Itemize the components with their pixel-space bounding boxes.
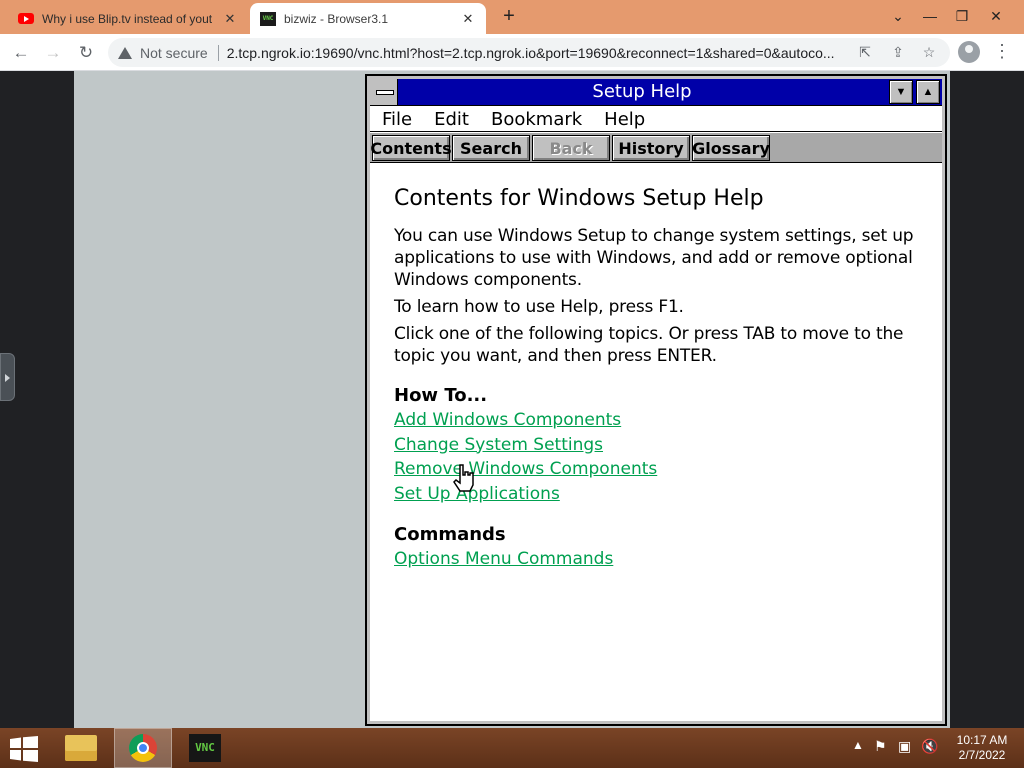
minimize-button[interactable]: — — [914, 0, 946, 34]
maximize-arrow-icon[interactable]: ▲ — [916, 80, 940, 104]
link-options-menu-commands[interactable]: Options Menu Commands — [394, 547, 920, 572]
network-icon[interactable]: ▣ — [898, 738, 911, 755]
tab-vnc[interactable]: VNC bizwiz - Browser3.1 ✕ — [250, 3, 486, 34]
intro-paragraph: You can use Windows Setup to change syst… — [394, 226, 914, 290]
profile-avatar[interactable] — [958, 41, 980, 63]
url-text[interactable]: 2.tcp.ngrok.io:19690/vnc.html?host=2.tcp… — [227, 45, 839, 61]
setup-help-window: Setup Help ▼ ▲ File Edit Bookmark Help C… — [365, 74, 947, 726]
forward-arrow-icon[interactable]: → — [40, 40, 66, 66]
hand-cursor-icon — [453, 464, 474, 492]
clock-time: 10:17 AM — [956, 733, 1008, 747]
share-icon[interactable]: ⇪ — [889, 43, 907, 61]
help-button-bar: Contents Search Back History Glossary — [370, 133, 942, 163]
window-title: Setup Help — [592, 81, 692, 102]
taskbar-vnc[interactable]: VNC — [176, 728, 234, 768]
restore-button[interactable]: ❐ — [946, 0, 978, 34]
windows-taskbar: VNC ▲ ⚑ ▣ 🔇 10:17 AM 2/7/2022 — [0, 728, 1024, 768]
taskbar-clock[interactable]: 10:17 AM 2/7/2022 — [948, 733, 1016, 763]
tab-youtube[interactable]: Why i use Blip.tv instead of yout ✕ — [8, 3, 248, 34]
menu-file[interactable]: File — [382, 109, 412, 130]
vnc-control-bar-handle[interactable] — [0, 353, 15, 401]
howto-heading: How To... — [394, 385, 488, 406]
history-button[interactable]: History — [612, 135, 690, 161]
link-change-system-settings[interactable]: Change System Settings — [394, 433, 920, 458]
menu-bookmark[interactable]: Bookmark — [491, 109, 582, 130]
search-button[interactable]: Search — [452, 135, 530, 161]
minimize-arrow-icon[interactable]: ▼ — [889, 80, 913, 104]
address-bar[interactable]: Not secure 2.tcp.ngrok.io:19690/vnc.html… — [108, 38, 950, 67]
divider — [217, 44, 219, 61]
system-menu-icon[interactable] — [370, 79, 398, 105]
warning-icon[interactable] — [118, 46, 132, 59]
clock-date: 2/7/2022 — [958, 748, 1006, 762]
tab-title: Why i use Blip.tv instead of yout — [42, 11, 213, 26]
folder-icon — [65, 735, 97, 761]
vnc-icon: VNC — [189, 734, 221, 762]
instructions-paragraph: Click one of the following topics. Or pr… — [394, 324, 904, 366]
action-center-flag-icon[interactable]: ⚑ — [874, 738, 887, 755]
contents-button[interactable]: Contents — [370, 135, 452, 161]
close-icon[interactable]: ✕ — [222, 11, 238, 27]
browser-tabstrip: Why i use Blip.tv instead of yout ✕ VNC … — [0, 0, 1024, 34]
glossary-button[interactable]: Glossary — [692, 135, 770, 161]
youtube-icon — [18, 13, 34, 24]
window-title-bar[interactable]: Setup Help ▼ ▲ — [370, 79, 942, 106]
back-arrow-icon[interactable]: ← — [8, 40, 34, 66]
menu-edit[interactable]: Edit — [434, 109, 469, 130]
taskbar-chrome[interactable] — [114, 728, 172, 768]
link-add-windows-components[interactable]: Add Windows Components — [394, 408, 920, 433]
help-content: Contents for Windows Setup Help You can … — [370, 164, 942, 719]
show-hidden-icons-icon[interactable]: ▲ — [852, 738, 864, 752]
security-label[interactable]: Not secure — [140, 45, 208, 61]
volume-muted-icon[interactable]: 🔇 — [921, 738, 938, 755]
taskbar-file-explorer[interactable] — [52, 728, 110, 768]
windows-start-icon[interactable] — [10, 736, 38, 762]
close-icon[interactable]: ✕ — [460, 11, 476, 27]
menu-dots-icon[interactable]: ⋮ — [992, 41, 1012, 63]
tab-title: bizwiz - Browser3.1 — [284, 11, 389, 26]
back-button[interactable]: Back — [532, 135, 610, 161]
page-title: Contents for Windows Setup Help — [394, 186, 764, 211]
close-window-button[interactable]: ✕ — [980, 0, 1012, 34]
commands-heading: Commands — [394, 524, 506, 545]
menu-help[interactable]: Help — [604, 109, 645, 130]
open-in-new-icon[interactable]: ⇱ — [856, 43, 874, 61]
tab-search-button[interactable]: ⌄ — [882, 0, 914, 34]
help-menubar: File Edit Bookmark Help — [370, 107, 942, 132]
reload-icon[interactable]: ↻ — [73, 40, 99, 66]
chrome-icon — [129, 734, 157, 762]
f1-paragraph: To learn how to use Help, press F1. — [394, 297, 684, 317]
new-tab-button[interactable]: + — [498, 6, 520, 28]
star-icon[interactable]: ☆ — [920, 43, 938, 61]
vnc-icon: VNC — [260, 11, 276, 26]
browser-toolbar: ← → ↻ Not secure 2.tcp.ngrok.io:19690/vn… — [0, 34, 1024, 71]
vnc-viewport[interactable]: Setup Help ▼ ▲ File Edit Bookmark Help C… — [0, 71, 1024, 728]
